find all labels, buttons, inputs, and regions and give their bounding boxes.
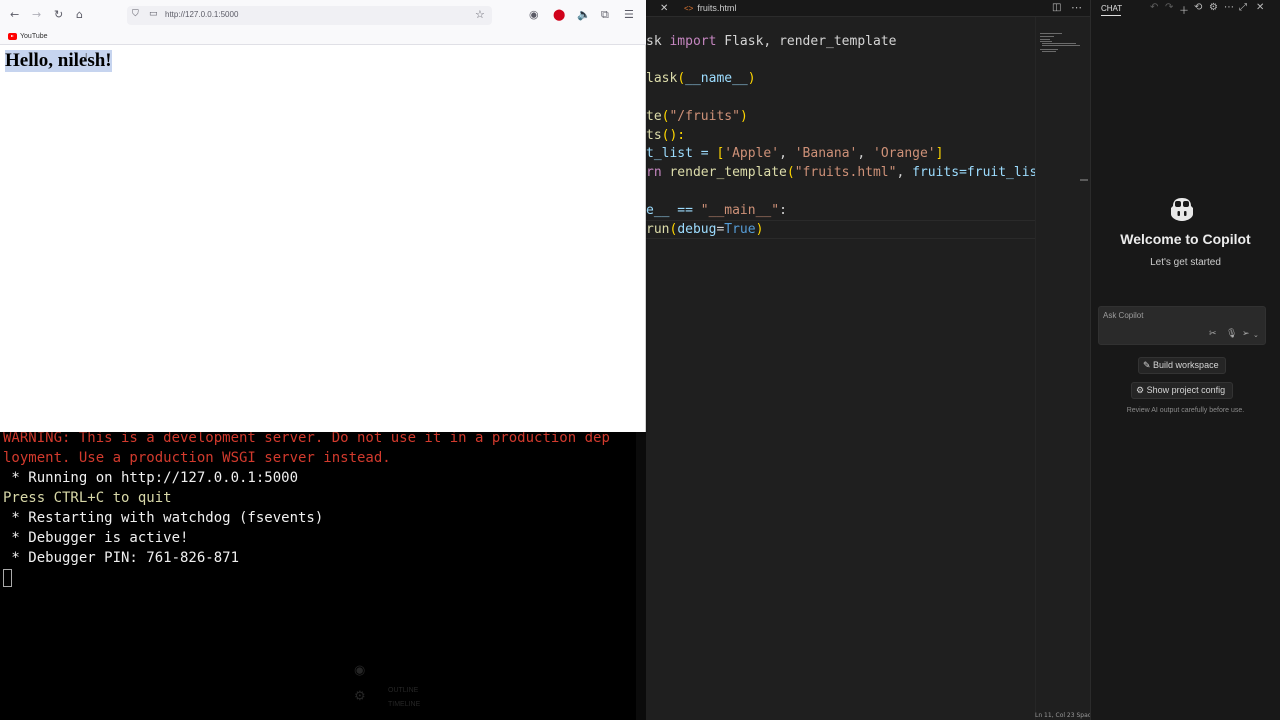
code-line: ts(): <box>646 128 686 143</box>
build-icon: ✎ <box>1143 360 1154 370</box>
terminal-edge <box>636 430 646 720</box>
microphone-icon[interactable]: 🎙 <box>1226 329 1237 339</box>
browser-toolbar: ← → ↻ ⌂ ⛉ ▭ http://127.0.0.1:5000 ☆ ◉ ⬤ … <box>0 0 646 30</box>
review-note: Review AI output carefully before use. <box>1126 407 1245 414</box>
text-cursor-icon: I <box>85 52 88 61</box>
minimap-line <box>1042 45 1080 46</box>
minimap[interactable] <box>1035 17 1083 720</box>
gear-icon: ⚙ <box>1136 385 1147 395</box>
more-actions-icon[interactable]: ⋯ <box>1071 1 1082 14</box>
welcome-subtitle: Let's get started <box>1150 257 1221 268</box>
code-line: e__ == "__main__": <box>646 203 787 218</box>
maximize-icon[interactable]: ⤢ <box>1239 2 1247 13</box>
tab-label: fruits.html <box>697 3 737 13</box>
account-icon[interactable]: ◉ <box>529 8 539 21</box>
opera-icon[interactable]: ⬤ <box>553 8 565 21</box>
code-line: te("/fruits") <box>646 109 748 124</box>
minimap-line <box>1040 33 1062 34</box>
account-icon: ◉ <box>354 662 366 677</box>
code-line: rn render_template("fruits.html", fruits… <box>646 165 1053 180</box>
star-icon[interactable]: ☆ <box>475 8 485 21</box>
code-line: lask(__name__) <box>646 71 756 86</box>
scrollbar-marker[interactable] <box>1080 179 1088 181</box>
minimap-line <box>1040 41 1052 42</box>
code-line: run(debug=True) <box>646 222 764 237</box>
html-file-icon: <> <box>684 4 694 13</box>
youtube-play-icon <box>11 35 14 37</box>
hamburger-menu-icon[interactable]: ☰ <box>624 8 634 21</box>
bookmark-youtube[interactable]: YouTube <box>20 33 48 40</box>
outline-section-label: OUTLINE <box>388 687 419 694</box>
minimap-line <box>1042 51 1056 52</box>
shield-icon[interactable]: ⛉ <box>132 9 139 19</box>
code-line: t_list = ['Apple', 'Banana', 'Orange'] <box>646 146 944 161</box>
show-project-config-button[interactable]: ⚙ Show project config <box>1131 382 1233 399</box>
reload-icon[interactable]: ↻ <box>54 8 63 21</box>
arrow-right-icon[interactable]: → <box>32 8 41 21</box>
terminal-line: * Debugger is active! <box>3 530 189 546</box>
minimap-line <box>1040 36 1054 37</box>
chevron-down-icon[interactable]: ⌄ <box>1253 331 1259 339</box>
split-editor-icon[interactable]: ◫ <box>1052 2 1061 13</box>
browser-window: ← → ↻ ⌂ ⛉ ▭ http://127.0.0.1:5000 ☆ ◉ ⬤ … <box>0 0 646 432</box>
terminal-cursor <box>3 569 12 587</box>
history-icon[interactable]: ⟲ <box>1194 2 1202 13</box>
welcome-title: Welcome to Copilot <box>1120 231 1251 247</box>
speaker-icon[interactable]: 🔈 <box>577 8 591 21</box>
terminal-line: loyment. Use a production WSGI server in… <box>3 450 391 466</box>
build-workspace-button[interactable]: ✎ Build workspace <box>1138 357 1226 374</box>
copilot-icon <box>1171 198 1193 221</box>
more-icon[interactable]: ⋯ <box>1224 2 1234 13</box>
bookmarks-bar: YouTube <box>0 30 646 45</box>
terminal-line: * Restarting with watchdog (fsevents) <box>3 510 324 526</box>
address-bar[interactable]: ⛉ ▭ http://127.0.0.1:5000 ☆ <box>127 6 492 25</box>
page-heading: Hello, nilesh! <box>5 50 112 72</box>
send-icon[interactable]: ➢ <box>1242 329 1250 339</box>
ask-copilot-box[interactable]: ✂ 🎙 ➢ ⌄ <box>1098 306 1266 345</box>
redo-icon[interactable]: ↷ <box>1165 2 1173 13</box>
home-icon[interactable]: ⌂ <box>76 8 83 21</box>
close-icon[interactable]: ✕ <box>1256 2 1264 13</box>
gear-icon: ⚙ <box>354 688 366 703</box>
minimap-line <box>1040 39 1050 40</box>
page-info-icon[interactable]: ▭ <box>149 9 158 19</box>
undo-icon[interactable]: ↶ <box>1150 2 1158 13</box>
minimap-line <box>1042 43 1076 44</box>
desktop: ✕ <> fruits.html ◫ ⋯ sk import Flask, ren… <box>0 0 1280 720</box>
terminal-line: * Debugger PIN: 761-826-871 <box>3 550 240 566</box>
tab-fruits-html[interactable]: <> fruits.html <box>684 3 736 13</box>
terminal-line: Press CTRL+C to quit <box>3 490 172 506</box>
code-line: sk import Flask, render_template <box>646 34 897 49</box>
url-text[interactable]: http://127.0.0.1:5000 <box>165 10 238 19</box>
gear-icon[interactable]: ⚙ <box>1209 2 1218 13</box>
tab-close-icon[interactable]: ✕ <box>660 3 668 14</box>
terminal-line: * Running on http://127.0.0.1:5000 <box>3 470 299 486</box>
tools-icon[interactable]: ✂ <box>1209 329 1217 339</box>
new-chat-icon[interactable]: ＋ <box>1179 2 1189 17</box>
minimap-line <box>1040 49 1058 50</box>
arrow-left-icon[interactable]: ← <box>10 8 19 21</box>
extension-icon[interactable]: ⧉ <box>601 8 609 22</box>
chat-tab[interactable]: CHAT <box>1101 4 1122 13</box>
editor-status-bar: Ln 11, Col 23 Spaces: 4 UTF-8 LF Python <box>1035 712 1090 719</box>
ask-copilot-input[interactable] <box>1103 311 1243 320</box>
timeline-section-label: TIMELINE <box>388 701 421 708</box>
chat-tab-underline <box>1101 15 1121 16</box>
